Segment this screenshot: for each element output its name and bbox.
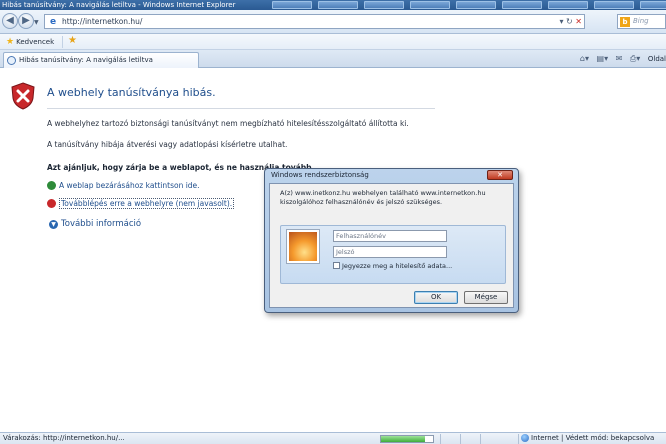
address-tools: ▾ ↻ ✕ <box>559 16 582 28</box>
dialog-title: Windows rendszerbiztonság <box>271 171 369 179</box>
arrow-right-icon: ▶ <box>22 15 30 26</box>
search-box[interactable]: b Bing <box>617 14 666 29</box>
home-icon[interactable]: ⌂▾ <box>580 54 589 63</box>
cert-error-warning: A tanúsítvány hibája átverési vagy adatl… <box>47 140 288 149</box>
refresh-icon[interactable]: ↻ <box>566 17 573 26</box>
dialog-close-button[interactable]: ✕ <box>487 170 513 180</box>
page-menu[interactable]: Oldal <box>648 55 666 63</box>
close-page-link[interactable]: A weblap bezárásához kattintson ide. <box>47 181 200 193</box>
globe-icon <box>521 434 529 442</box>
divider <box>47 108 435 109</box>
taskbar-fragment <box>318 1 358 9</box>
stop-icon[interactable]: ✕ <box>575 17 582 26</box>
back-button[interactable]: ◀ <box>2 13 18 29</box>
tab-current[interactable]: Hibás tanúsítvány: A navigálás letiltva <box>3 52 199 68</box>
progress-fill <box>381 436 426 442</box>
status-text: Várakozás: http://internetkon.hu/... <box>3 434 125 442</box>
zone-text: Internet | Védett mód: bekapcsolva <box>531 434 655 442</box>
cancel-button[interactable]: Mégse <box>464 291 508 304</box>
window-title: Hibás tanúsítvány: A navigálás letiltva … <box>2 1 236 9</box>
checkbox-icon[interactable] <box>333 262 340 269</box>
close-icon: ✕ <box>497 171 503 179</box>
status-divider <box>480 434 481 444</box>
continue-to-site-link[interactable]: Továbblépés erre a webhelyre (nem javaso… <box>47 198 235 211</box>
ok-button[interactable]: OK <box>414 291 458 304</box>
security-zone[interactable]: Internet | Védett mód: bekapcsolva <box>521 433 654 444</box>
progress-bar <box>380 435 434 443</box>
taskbar-fragment <box>594 1 634 9</box>
more-info-toggle[interactable]: ▼ További információ <box>49 219 141 229</box>
history-dropdown-icon[interactable]: ▼ <box>34 19 39 26</box>
taskbar-fragment <box>272 1 312 9</box>
command-bar: ⌂▾ ▤▾ ✉ ⎙▾ Oldal <box>575 53 666 65</box>
shield-warning-icon <box>47 199 56 208</box>
taskbar-fragment <box>456 1 496 9</box>
mail-icon[interactable]: ✉ <box>616 54 623 63</box>
favorites-label: Kedvencek <box>16 38 55 46</box>
favorites-bar: ★ Kedvencek ★ <box>0 34 666 50</box>
address-url[interactable]: http://internetkon.hu/ <box>62 15 142 28</box>
page-title: A webhely tanúsítványa hibás. <box>47 86 216 99</box>
address-bar[interactable]: e http://internetkon.hu/ ▾ ↻ ✕ <box>44 14 585 29</box>
username-field[interactable]: Felhasználónév <box>333 230 447 242</box>
arrow-left-icon: ◀ <box>6 15 14 26</box>
status-divider <box>440 434 441 444</box>
close-page-link-text[interactable]: A weblap bezárásához kattintson ide. <box>59 181 200 190</box>
password-field[interactable]: Jelszó <box>333 246 447 258</box>
dialog-message: A(z) www.inetkonz.hu webhelyen található… <box>280 189 486 206</box>
status-bar: Várakozás: http://internetkon.hu/... Int… <box>0 432 666 444</box>
favorites-button[interactable]: ★ Kedvencek <box>6 36 54 48</box>
feeds-icon[interactable]: ▤▾ <box>597 54 609 63</box>
chevron-down-icon: ▼ <box>49 219 58 229</box>
taskbar-fragment <box>502 1 542 9</box>
shield-ok-icon <box>47 181 56 190</box>
window-title-bar: Hibás tanúsítvány: A navigálás letiltva … <box>0 0 666 10</box>
remember-credentials-checkbox[interactable]: Jegyezze meg a hitelesítő adata... <box>333 261 452 270</box>
taskbar-fragment <box>548 1 588 9</box>
status-divider <box>460 434 461 444</box>
taskbar-fragment <box>364 1 404 9</box>
shield-error-icon <box>11 82 35 110</box>
toolbar-divider <box>62 36 63 48</box>
user-avatar <box>287 230 319 263</box>
credential-tile: Felhasználónév Jelszó Jegyezze meg a hit… <box>280 225 506 284</box>
navigation-bar: ◀ ▶ ▼ e http://internetkon.hu/ ▾ ↻ ✕ b B… <box>0 10 666 34</box>
star-icon: ★ <box>6 37 15 47</box>
more-info-label[interactable]: További információ <box>61 219 141 229</box>
search-engine-label: Bing <box>633 17 649 25</box>
taskbar-fragment <box>640 1 666 9</box>
add-to-favorites-icon[interactable]: ★ <box>68 35 77 46</box>
loading-icon <box>7 56 16 65</box>
continue-link-text[interactable]: Továbblépés erre a webhelyre (nem javaso… <box>59 198 235 209</box>
print-icon[interactable]: ⎙▾ <box>630 54 640 63</box>
tab-bar: Hibás tanúsítvány: A navigálás letiltva … <box>0 50 666 68</box>
remember-credentials-label: Jegyezze meg a hitelesítő adata... <box>342 261 453 270</box>
forward-button[interactable]: ▶ <box>18 13 34 29</box>
dialog-body: A(z) www.inetkonz.hu webhelyen található… <box>269 183 514 308</box>
status-divider <box>518 434 519 444</box>
tab-label: Hibás tanúsítvány: A navigálás letiltva <box>19 56 153 64</box>
bing-icon: b <box>620 17 630 27</box>
ie-page-icon: e <box>49 17 57 27</box>
taskbar-fragment <box>410 1 450 9</box>
address-dropdown-icon[interactable]: ▾ <box>559 17 563 26</box>
cert-error-description: A webhelyhez tartozó biztonsági tanúsítv… <box>47 119 409 128</box>
credentials-dialog: Windows rendszerbiztonság ✕ A(z) www.ine… <box>264 168 519 313</box>
